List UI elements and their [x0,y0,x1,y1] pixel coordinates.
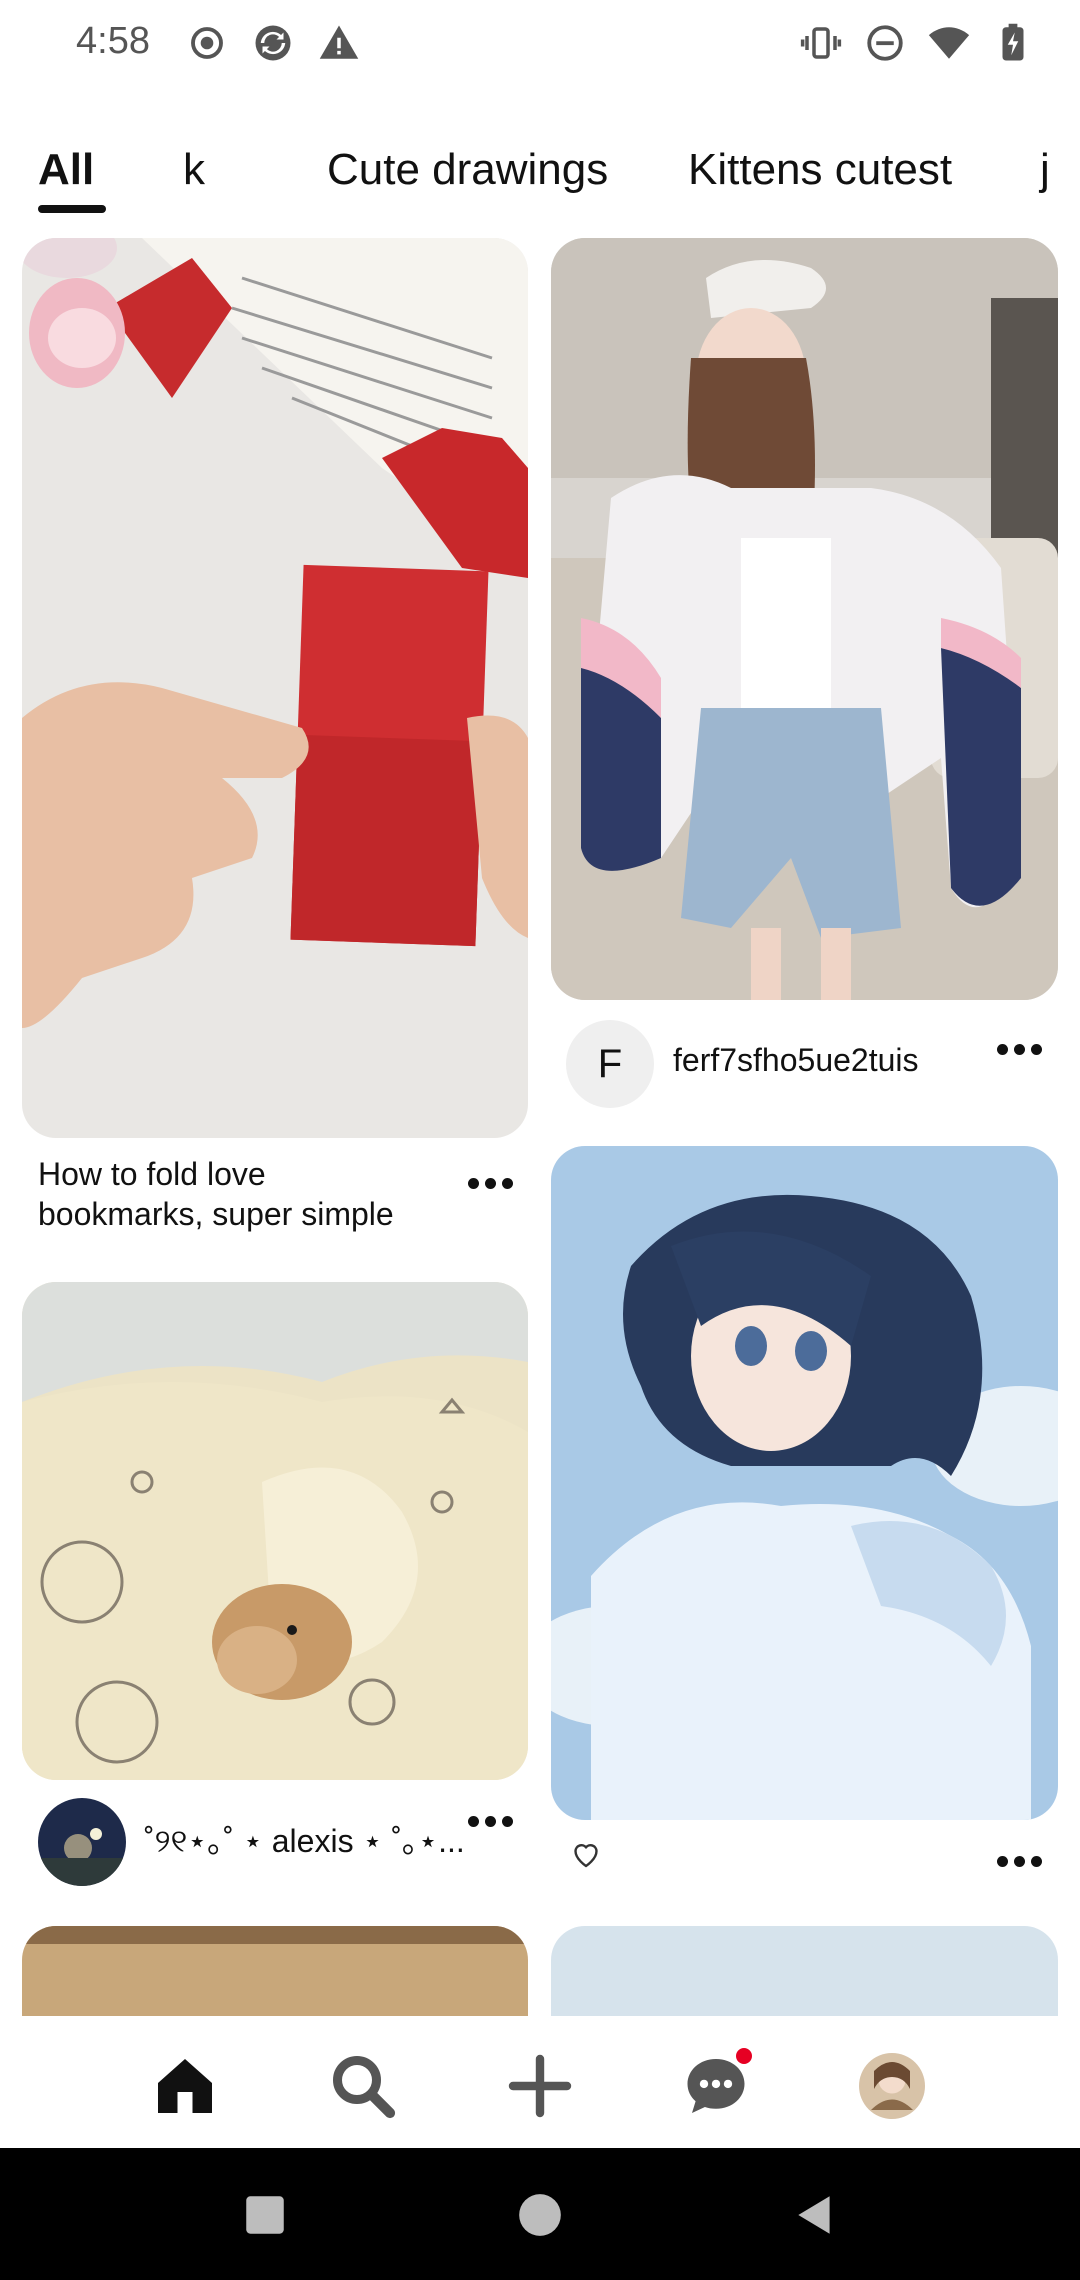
create-plus-icon[interactable] [500,2046,580,2126]
tab-kittens-cutest[interactable]: Kittens cutest [688,145,952,195]
home-icon[interactable] [145,2046,225,2126]
tab-cute-drawings[interactable]: Cute drawings [327,145,608,195]
messages-icon[interactable] [676,2046,756,2126]
author-name[interactable]: ˚୨୧⋆｡˚ ⋆ alexis ⋆ ˚｡⋆... [144,1816,464,1862]
vibrate-icon [800,27,842,59]
tab-selected-indicator [38,205,106,213]
tab-all[interactable]: All [38,145,94,195]
status-time: 4:58 [76,20,150,62]
profile-avatar[interactable] [852,2046,932,2126]
more-options-button[interactable] [991,1846,1047,1876]
pin-image-next[interactable] [551,1926,1058,2016]
heart-outline-icon[interactable] [568,1836,604,1872]
recents-button[interactable] [240,2190,290,2240]
bottom-nav [0,2016,1080,2148]
home-button[interactable] [515,2190,565,2240]
wifi-icon [928,27,970,59]
status-bar: 4:58 [0,0,1080,90]
pin-image-anime[interactable] [551,1146,1058,1820]
battery-icon [1002,23,1024,61]
do-not-disturb-icon [867,25,903,61]
author-avatar-initial[interactable]: F [566,1020,654,1108]
sync-icon [255,25,291,61]
pin-image-origami[interactable] [22,238,528,1138]
tab-k[interactable]: k [183,145,205,195]
record-icon [191,27,223,59]
warning-icon [319,25,359,59]
board-tabs: All k Cute drawings Kittens cutest j [0,135,1080,215]
more-options-button[interactable] [991,1034,1047,1064]
author-name[interactable]: ferf7sfho5ue2tuis [673,1042,919,1079]
more-options-button[interactable] [462,1168,518,1198]
pin-title-origami[interactable]: How to fold love bookmarks, super simple [38,1154,458,1234]
back-button[interactable] [790,2190,840,2240]
search-icon[interactable] [323,2046,403,2126]
system-nav-bar [0,2148,1080,2280]
tab-j[interactable]: j [1040,145,1050,195]
pin-image-fashion[interactable] [551,238,1058,1000]
pin-image-next[interactable] [22,1926,528,2016]
author-avatar[interactable] [38,1798,126,1886]
more-options-button[interactable] [462,1806,518,1836]
notification-badge [736,2048,752,2064]
pin-image-hamster[interactable] [22,1282,528,1780]
pin-feed[interactable]: How to fold love bookmarks, super simple… [0,236,1080,2016]
